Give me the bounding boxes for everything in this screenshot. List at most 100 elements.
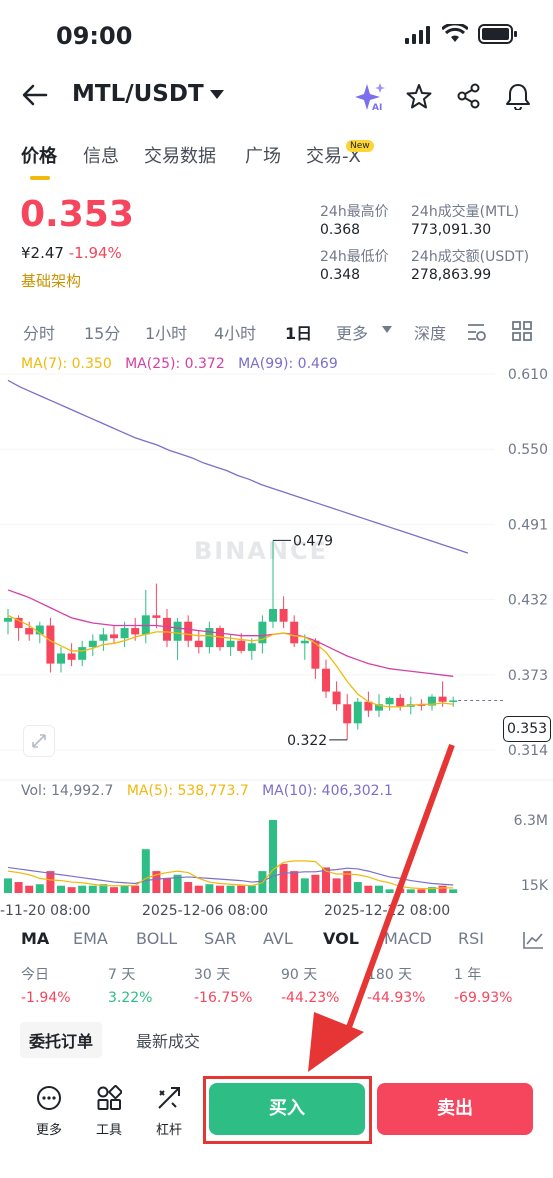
low-marker-label: 0.322 (287, 733, 327, 749)
indicator-boll[interactable]: BOLL (136, 929, 177, 948)
perf-value: -44.93% (367, 990, 426, 1006)
volume-bar (247, 885, 256, 893)
vol-tick-label: 6.3M (514, 813, 548, 829)
ma7-line (7, 614, 454, 708)
category-tag[interactable]: 基础架构 (21, 270, 81, 291)
sell-button[interactable]: 卖出 (377, 1083, 533, 1135)
star-icon[interactable] (406, 83, 432, 109)
y-tick-label: 0.373 (508, 668, 548, 684)
candle-body (449, 700, 458, 702)
indicator-ema[interactable]: EMA (73, 929, 108, 948)
candle-body (438, 696, 447, 702)
vol-usdt-value: 278,863.99 (411, 267, 492, 283)
y-tick-label: 0.610 (508, 367, 548, 383)
candle-body (300, 640, 309, 644)
candle-body (88, 640, 97, 648)
price-change: -1.94% (68, 244, 122, 262)
volume-bar (269, 820, 277, 893)
x-tick-label: 2025-12-06 08:00 (142, 903, 268, 919)
perf-30d: 30 天 -16.75% (194, 964, 252, 1006)
candle-body (99, 634, 108, 641)
perf-180d: 180 天 -44.93% (367, 964, 425, 1006)
volume-bar (237, 885, 246, 893)
chart-settings-icon[interactable] (466, 321, 488, 343)
layout-grid-icon[interactable] (512, 321, 532, 341)
volume-bar (46, 871, 55, 893)
new-badge: New (346, 140, 374, 152)
indicator-chart-icon[interactable] (522, 930, 544, 950)
candle-body (353, 701, 362, 724)
expand-icon (32, 734, 46, 748)
back-arrow-icon[interactable] (22, 84, 48, 106)
interval-1h[interactable]: 1小时 (145, 320, 187, 344)
interval-more[interactable]: 更多 (336, 320, 368, 344)
leverage-tool[interactable]: 杠杆 (147, 1085, 191, 1138)
kline-chart[interactable]: 0.610 0.550 0.491 0.432 0.373 0.314 0.479 0.322… (0, 350, 553, 920)
vol-legend: Vol: 14,992.7 MA(5): 538,773.7 MA(10): 4… (21, 783, 393, 799)
volume-bar (184, 882, 193, 893)
volume-bar (311, 874, 320, 893)
tools-label: 工具 (95, 1123, 122, 1138)
volume-bar (216, 885, 224, 893)
candle-body (290, 621, 299, 644)
perf-label: 30 天 (194, 967, 231, 983)
interval-time[interactable]: 分时 (23, 320, 55, 344)
interval-4h[interactable]: 4小时 (214, 320, 256, 344)
tab-info[interactable]: 信息 (83, 142, 119, 168)
tools-tool[interactable]: 工具 (87, 1085, 131, 1138)
indicator-macd[interactable]: MACD (384, 929, 432, 948)
ma99-line (7, 379, 469, 554)
cny-price: ¥2.47 (21, 244, 64, 262)
indicator-ma[interactable]: MA (21, 929, 49, 948)
more-dots-icon (37, 1086, 61, 1110)
interval-15m[interactable]: 15分 (84, 320, 120, 344)
wifi-icon (442, 24, 468, 42)
interval-depth[interactable]: 深度 (414, 320, 446, 344)
volume-bar (131, 885, 140, 893)
tab-trade-data[interactable]: 交易数据 (144, 142, 216, 168)
volume-bar (396, 888, 405, 893)
volume-bar (449, 889, 458, 893)
pair-title[interactable]: MTL/USDT (72, 81, 204, 107)
perf-90d: 90 天 -44.23% (281, 964, 339, 1006)
share-icon[interactable] (456, 83, 482, 109)
high-value: 0.368 (320, 222, 361, 238)
bell-icon[interactable] (505, 82, 531, 110)
volume-bar (141, 849, 150, 893)
tab-square[interactable]: 广场 (245, 142, 281, 168)
candle-body (226, 640, 235, 648)
indicator-sar[interactable]: SAR (204, 929, 237, 948)
perf-7d: 7 天 3.22% (108, 964, 152, 1006)
candle-body (332, 691, 341, 705)
candle-body (173, 621, 182, 641)
caret-down-icon[interactable] (210, 90, 224, 100)
tab-price[interactable]: 价格 (21, 142, 57, 168)
perf-label: 180 天 (367, 967, 413, 983)
indicator-avl[interactable]: AVL (263, 929, 293, 948)
tab-underline (30, 176, 50, 180)
status-bar: 09:00 (0, 0, 553, 70)
indicator-rsi[interactable]: RSI (458, 929, 484, 948)
signal-icon (405, 26, 430, 44)
ai-sparkle-icon[interactable]: AI (355, 82, 385, 112)
candle-body (269, 609, 277, 622)
candle-body (25, 628, 34, 635)
volume-bar (438, 885, 447, 893)
candle-body (194, 640, 203, 648)
more-tool[interactable]: 更多 (27, 1085, 71, 1138)
tab-recent-trades[interactable]: 最新成交 (127, 1022, 209, 1058)
price-sub: ¥2.47 -1.94% (21, 244, 122, 262)
candle-body (385, 697, 394, 705)
candle-body (57, 653, 65, 664)
high-marker-label: 0.479 (293, 533, 333, 549)
vol-ma10: MA(10): 406,302.1 (262, 783, 393, 799)
interval-1d[interactable]: 1日 (285, 320, 312, 344)
expand-button[interactable] (23, 725, 55, 757)
candle-body (322, 668, 330, 692)
tab-open-orders[interactable]: 委托订单 (20, 1022, 103, 1058)
vol-ma5: MA(5): 538,773.7 (126, 783, 249, 799)
indicator-vol[interactable]: VOL (323, 929, 359, 948)
volume-bar (88, 885, 97, 893)
candle-body (152, 615, 161, 618)
perf-label: 1 年 (454, 967, 482, 983)
